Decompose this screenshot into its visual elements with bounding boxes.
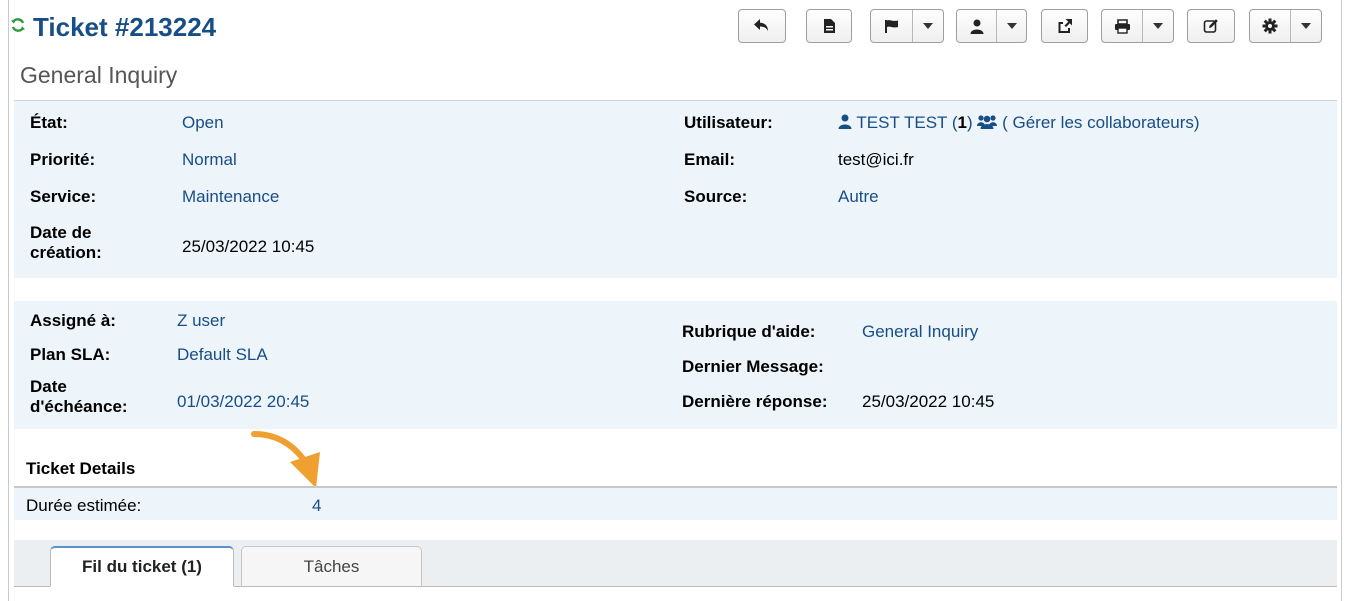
created-label: Date de création: — [30, 223, 102, 262]
gear-icon — [1250, 10, 1290, 42]
ticket-title-row: Ticket #213224 — [10, 8, 216, 46]
share-button[interactable] — [1041, 9, 1088, 43]
edit-notes-button[interactable] — [806, 9, 852, 43]
last-message-label: Dernier Message: — [682, 357, 824, 376]
assigned-value[interactable]: Z user — [177, 311, 225, 331]
email-value: test@ici.fr — [838, 150, 914, 169]
ticket-title[interactable]: Ticket #213224 — [33, 12, 216, 43]
user-icon — [838, 113, 852, 132]
assign-dropdown-button[interactable] — [956, 9, 1027, 43]
created-value: 25/03/2022 10:45 — [182, 237, 315, 256]
flag-dropdown-button[interactable] — [870, 9, 944, 43]
print-dropdown-button[interactable] — [1101, 9, 1174, 43]
print-icon — [1102, 10, 1142, 42]
tab-tasks[interactable]: Tâches — [241, 546, 422, 587]
reply-icon — [739, 10, 785, 42]
estimated-duration-value[interactable]: 4 — [312, 496, 321, 516]
settings-dropdown-button[interactable] — [1249, 9, 1322, 43]
chevron-down-icon — [913, 10, 943, 42]
ticket-details-heading: Ticket Details — [26, 459, 136, 478]
help-topic-label: Rubrique d'aide: — [682, 322, 816, 341]
share-icon — [1042, 10, 1087, 42]
help-topic-value[interactable]: General Inquiry — [862, 322, 978, 342]
source-label: Source: — [684, 187, 748, 206]
state-value[interactable]: Open — [182, 113, 224, 133]
user-label: Utilisateur: — [684, 113, 773, 132]
last-reply-value: 25/03/2022 10:45 — [862, 392, 995, 411]
user-name[interactable]: TEST TEST ( — [856, 113, 957, 132]
due-date-value[interactable]: 01/03/2022 20:45 — [177, 392, 309, 412]
document-icon — [807, 10, 851, 42]
state-label: État: — [30, 113, 68, 132]
user-ticket-count: 1 — [957, 113, 967, 132]
source-value[interactable]: Autre — [838, 187, 879, 207]
user-value[interactable]: TEST TEST (1) ( Gérer les collaborateurs… — [838, 113, 1200, 133]
due-date-label: Date d'échéance: — [30, 377, 128, 416]
tab-ticket-thread[interactable]: Fil du ticket (1) — [50, 546, 234, 587]
estimated-duration-label: Durée estimée: — [26, 496, 142, 515]
collaborators-icon — [977, 113, 998, 132]
chevron-down-icon — [1291, 10, 1321, 42]
ticket-tabs: Fil du ticket (1) Tâches — [14, 540, 1337, 587]
assigned-label: Assigné à: — [30, 311, 116, 330]
priority-value[interactable]: Normal — [182, 150, 237, 170]
chevron-down-icon — [1143, 10, 1173, 42]
estimated-duration-row: Durée estimée: 4 — [14, 488, 1337, 520]
manage-collaborators-link[interactable]: ( Gérer les collaborateurs) — [1002, 113, 1199, 132]
priority-label: Priorité: — [30, 150, 96, 169]
sla-value[interactable]: Default SLA — [177, 345, 268, 365]
chevron-down-icon — [997, 10, 1026, 42]
assignment-panel: Assigné à: Z user Plan SLA: Default SLA … — [14, 301, 1337, 429]
edit-icon — [1188, 10, 1234, 42]
service-label: Service: — [30, 187, 97, 206]
ticket-info-panel: État: Open Priorité: Normal Service: Mai… — [14, 101, 1337, 278]
sla-label: Plan SLA: — [30, 345, 111, 364]
last-reply-label: Dernière réponse: — [682, 392, 828, 411]
flag-icon — [871, 10, 912, 42]
reply-button[interactable] — [738, 9, 786, 43]
email-label: Email: — [684, 150, 736, 169]
edit-ticket-button[interactable] — [1187, 9, 1235, 43]
user-icon — [957, 10, 996, 42]
ticket-subject: General Inquiry — [20, 62, 178, 88]
refresh-icon[interactable] — [10, 16, 26, 39]
service-value[interactable]: Maintenance — [182, 187, 279, 207]
